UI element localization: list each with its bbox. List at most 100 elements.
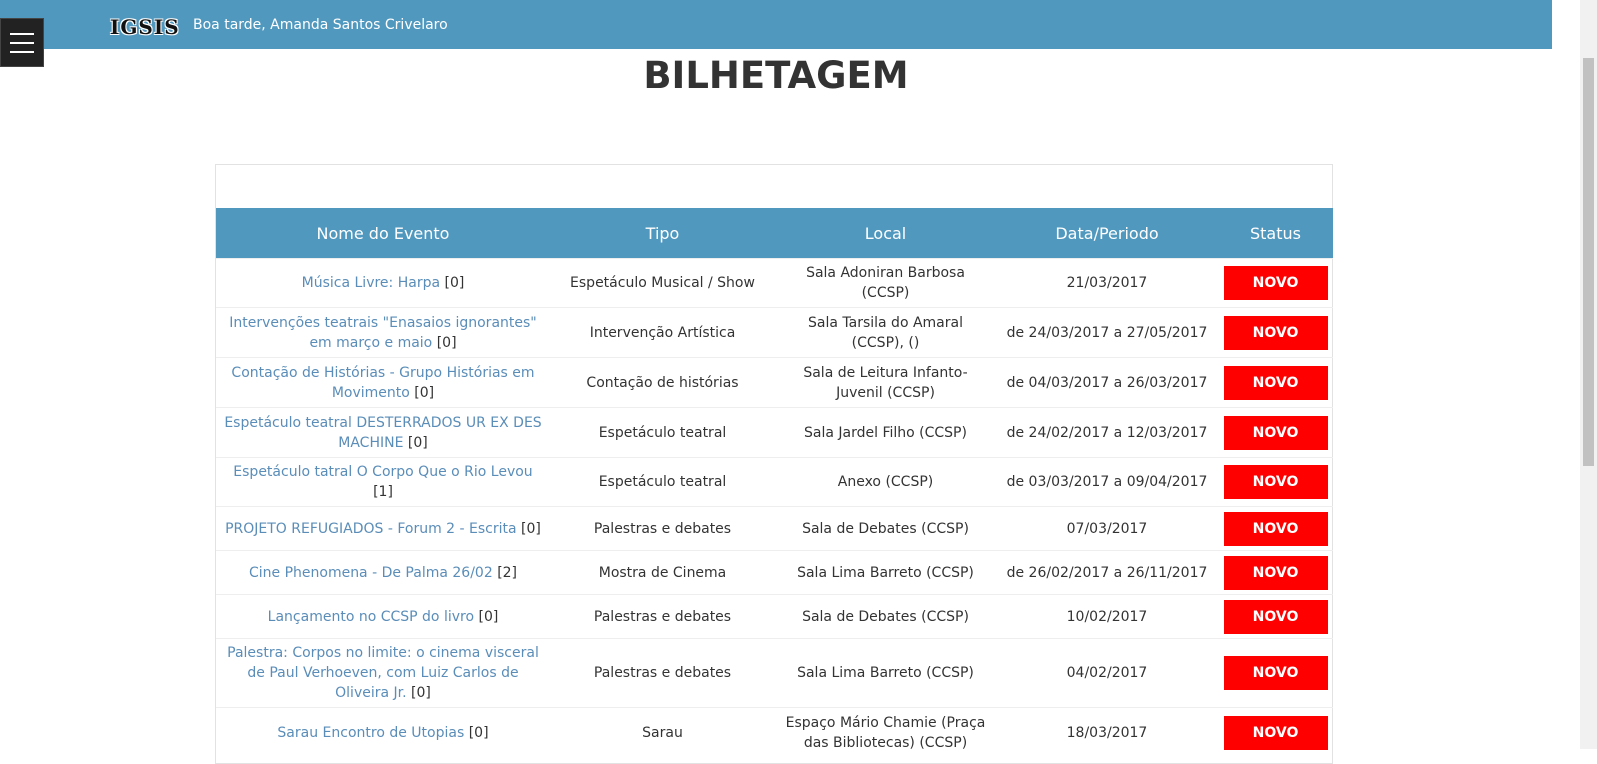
event-name-cell: Lançamento no CCSP do livro [0] — [216, 594, 550, 639]
event-type: Sarau — [550, 707, 775, 757]
event-date: de 04/03/2017 a 26/03/2017 — [996, 357, 1218, 408]
status-badge[interactable]: NOVO — [1223, 415, 1328, 450]
event-link[interactable]: PROJETO REFUGIADOS - Forum 2 - Escrita — [225, 521, 517, 537]
event-name-cell: Sarau Encontro de Utopias [0] — [216, 707, 550, 757]
event-location: Sala Lima Barreto (CCSP) — [775, 638, 996, 708]
event-type: Espetáculo teatral — [550, 457, 775, 507]
event-link[interactable]: Cine Phenomena - De Palma 26/02 — [249, 565, 493, 581]
status-cell: NOVO — [1218, 638, 1333, 708]
status-cell: NOVO — [1218, 357, 1333, 408]
page-title: BILHETAGEM — [643, 54, 909, 97]
event-location: Sala de Debates (CCSP) — [775, 594, 996, 639]
event-link[interactable]: Espetáculo teatral DESTERRADOS UR EX DES… — [224, 415, 541, 451]
status-badge[interactable]: NOVO — [1223, 715, 1328, 750]
event-type: Contação de histórias — [550, 357, 775, 408]
table-row: Espetáculo tatral O Corpo Que o Rio Levo… — [216, 457, 1333, 507]
event-date: de 26/02/2017 a 26/11/2017 — [996, 550, 1218, 595]
event-date: 04/02/2017 — [996, 638, 1218, 708]
column-header-tipo: Tipo — [550, 208, 775, 259]
column-header-local: Local — [775, 208, 996, 259]
event-date: 18/03/2017 — [996, 707, 1218, 757]
event-link[interactable]: Intervenções teatrais "Enasaios ignorant… — [229, 315, 536, 351]
event-count: [0] — [436, 334, 457, 351]
status-badge[interactable]: NOVO — [1223, 365, 1328, 400]
event-date: 07/03/2017 — [996, 506, 1218, 551]
status-cell: NOVO — [1218, 594, 1333, 639]
event-type: Palestras e debates — [550, 594, 775, 639]
status-badge[interactable]: NOVO — [1223, 555, 1328, 590]
event-link[interactable]: Sarau Encontro de Utopias — [277, 725, 464, 741]
event-name-cell: Espetáculo tatral O Corpo Que o Rio Levo… — [216, 457, 550, 507]
status-badge[interactable]: NOVO — [1223, 315, 1328, 350]
table-row: PROJETO REFUGIADOS - Forum 2 - Escrita [… — [216, 506, 1333, 551]
event-link[interactable]: Palestra: Corpos no limite: o cinema vis… — [227, 645, 539, 701]
event-count: [0] — [414, 384, 435, 401]
table-row: Contação de Histórias - Grupo Histórias … — [216, 357, 1333, 408]
event-location: Anexo (CCSP) — [775, 457, 996, 507]
event-count: [0] — [411, 685, 431, 701]
event-location: Sala de Debates (CCSP) — [775, 506, 996, 551]
user-greeting: Boa tarde, Amanda Santos Crivelaro — [193, 17, 448, 33]
table-row: Cine Phenomena - De Palma 26/02 [2] Most… — [216, 550, 1333, 595]
event-name-cell: Cine Phenomena - De Palma 26/02 [2] — [216, 550, 550, 595]
status-badge[interactable]: NOVO — [1223, 465, 1328, 499]
event-type: Mostra de Cinema — [550, 550, 775, 595]
event-date: de 03/03/2017 a 09/04/2017 — [996, 457, 1218, 507]
status-cell: NOVO — [1218, 550, 1333, 595]
status-badge[interactable]: NOVO — [1223, 656, 1328, 690]
event-name-cell: Intervenções teatrais "Enasaios ignorant… — [216, 307, 550, 358]
status-cell: NOVO — [1218, 258, 1333, 308]
event-count: [0] — [478, 608, 499, 625]
event-date: de 24/02/2017 a 12/03/2017 — [996, 407, 1218, 458]
status-badge[interactable]: NOVO — [1223, 599, 1328, 634]
igsis-logo[interactable]: IGSIS — [110, 15, 180, 39]
menu-toggle-button[interactable] — [0, 18, 44, 67]
event-count: [0] — [444, 275, 465, 291]
event-type: Intervenção Artística — [550, 307, 775, 358]
status-cell: NOVO — [1218, 457, 1333, 507]
table-row: Lançamento no CCSP do livro [0] Palestra… — [216, 594, 1333, 639]
event-location: Espaço Mário Chamie (Praça das Bibliotec… — [775, 707, 996, 757]
scrollbar-thumb[interactable] — [1583, 58, 1594, 466]
event-link[interactable]: Música Livre: Harpa — [302, 275, 440, 291]
event-location: Sala Adoniran Barbosa (CCSP) — [775, 258, 996, 308]
event-count: [1] — [373, 484, 393, 500]
status-badge[interactable]: NOVO — [1223, 266, 1328, 300]
event-date: de 24/03/2017 a 27/05/2017 — [996, 307, 1218, 358]
table-row: Espetáculo teatral DESTERRADOS UR EX DES… — [216, 407, 1333, 458]
event-link[interactable]: Espetáculo tatral O Corpo Que o Rio Levo… — [233, 464, 532, 480]
column-header-nome: Nome do Evento — [216, 208, 550, 259]
table-row: Intervenções teatrais "Enasaios ignorant… — [216, 307, 1333, 358]
event-name-cell: Palestra: Corpos no limite: o cinema vis… — [216, 638, 550, 708]
top-navbar: IGSIS Boa tarde, Amanda Santos Crivelaro — [0, 0, 1552, 49]
event-count: [0] — [407, 434, 428, 451]
event-type: Palestras e debates — [550, 638, 775, 708]
event-location: Sala Jardel Filho (CCSP) — [775, 407, 996, 458]
events-table: Nome do Evento Tipo Local Data/Periodo S… — [216, 208, 1333, 757]
status-cell: NOVO — [1218, 506, 1333, 551]
event-type: Espetáculo Musical / Show — [550, 258, 775, 308]
event-type: Espetáculo teatral — [550, 407, 775, 458]
page-scrollbar[interactable] — [1580, 0, 1597, 749]
status-cell: NOVO — [1218, 307, 1333, 358]
event-count: [2] — [497, 564, 518, 581]
event-name-cell: PROJETO REFUGIADOS - Forum 2 - Escrita [… — [216, 506, 550, 551]
event-location: Sala de Leitura Infanto-Juvenil (CCSP) — [775, 357, 996, 408]
event-count: [0] — [468, 724, 489, 741]
event-date: 10/02/2017 — [996, 594, 1218, 639]
event-name-cell: Espetáculo teatral DESTERRADOS UR EX DES… — [216, 407, 550, 458]
table-row: Música Livre: Harpa [0] Espetáculo Music… — [216, 258, 1333, 308]
column-header-data: Data/Periodo — [996, 208, 1218, 259]
status-cell: NOVO — [1218, 707, 1333, 757]
event-name-cell: Contação de Histórias - Grupo Histórias … — [216, 357, 550, 408]
event-location: Sala Lima Barreto (CCSP) — [775, 550, 996, 595]
event-type: Palestras e debates — [550, 506, 775, 551]
status-badge[interactable]: NOVO — [1223, 511, 1328, 546]
event-link[interactable]: Lançamento no CCSP do livro — [268, 609, 474, 625]
event-name-cell: Música Livre: Harpa [0] — [216, 258, 550, 308]
column-header-status: Status — [1218, 208, 1333, 259]
event-link[interactable]: Contação de Histórias - Grupo Histórias … — [231, 365, 534, 401]
event-location: Sala Tarsila do Amaral (CCSP), () — [775, 307, 996, 358]
status-cell: NOVO — [1218, 407, 1333, 458]
table-header-row: Nome do Evento Tipo Local Data/Periodo S… — [216, 208, 1333, 259]
